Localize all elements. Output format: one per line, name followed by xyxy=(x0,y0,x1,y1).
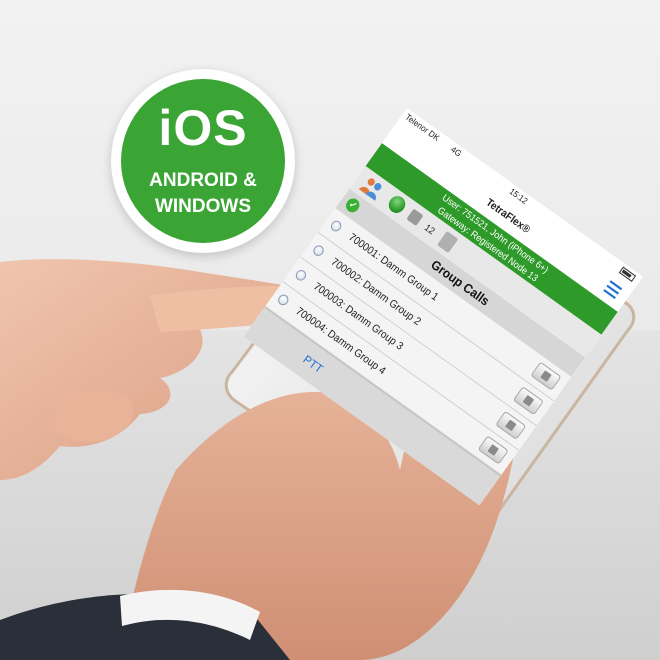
call-button[interactable] xyxy=(530,361,562,391)
toolbar-count: 12 xyxy=(422,221,437,237)
call-button[interactable] xyxy=(495,410,527,440)
platform-badge-circle: iOS ANDROID & WINDOWS xyxy=(121,79,285,243)
network-globe-icon[interactable] xyxy=(385,192,409,217)
radio-button[interactable] xyxy=(276,292,291,308)
network-label: 4G xyxy=(448,144,464,159)
call-button[interactable] xyxy=(512,386,545,416)
device-icon[interactable] xyxy=(436,230,459,254)
lock-icon[interactable] xyxy=(406,208,424,227)
badge-subtitle-line-1: ANDROID & xyxy=(149,170,257,191)
platform-badge: iOS ANDROID & WINDOWS xyxy=(111,69,295,253)
radio-button[interactable] xyxy=(328,218,344,234)
call-button[interactable] xyxy=(477,435,509,465)
radio-button[interactable] xyxy=(293,268,309,283)
radio-button[interactable] xyxy=(311,243,326,258)
badge-subtitle-line-2: WINDOWS xyxy=(154,196,252,217)
badge-title: iOS xyxy=(158,100,248,156)
